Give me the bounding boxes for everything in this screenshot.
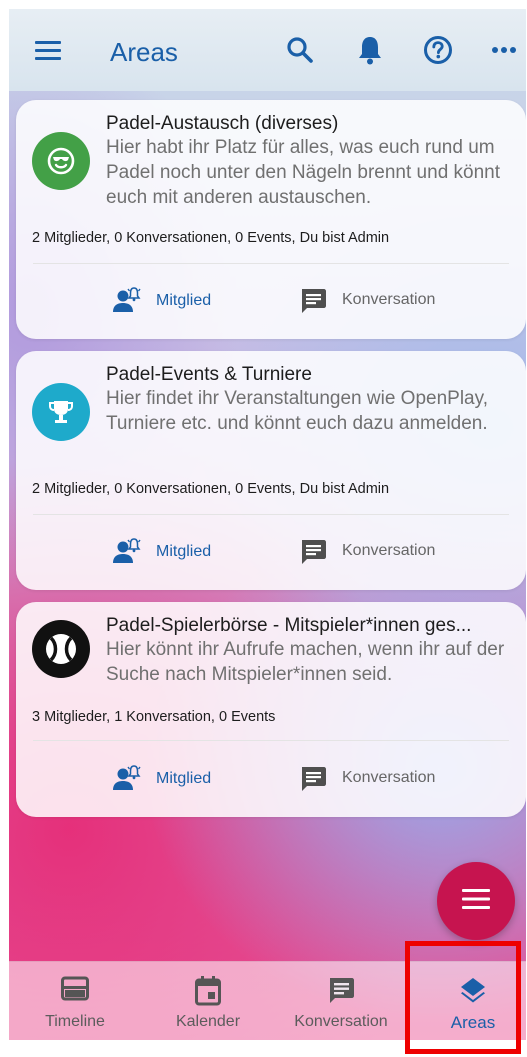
member-label: Mitglied — [156, 292, 212, 309]
tennis-ball-icon — [32, 620, 90, 678]
trophy-icon — [32, 383, 90, 441]
area-meta: 2 Mitglieder, 0 Konversationen, 0 Events… — [32, 481, 390, 497]
divider — [33, 740, 509, 741]
area-card[interactable]: Padel-Spielerbörse - Mitspieler*innen ge… — [16, 602, 526, 817]
nav-item-timeline[interactable]: Timeline — [15, 962, 135, 1040]
area-description: Hier findet ihr Veranstaltungen wie Open… — [106, 388, 488, 434]
nav-label-timeline: Timeline — [45, 1013, 105, 1030]
cool-face-icon — [32, 132, 90, 190]
divider — [33, 263, 509, 264]
chat-icon — [299, 286, 327, 314]
help-circle-icon[interactable] — [423, 35, 453, 65]
area-card[interactable]: Padel-Austausch (diverses) Hier habt ihr… — [16, 100, 526, 339]
search-icon[interactable] — [285, 35, 315, 65]
area-card[interactable]: Padel-Events & Turniere Hier findet ihr … — [16, 351, 526, 590]
divider — [33, 514, 509, 515]
area-description: Hier könnt ihr Aufrufe machen, wenn ihr … — [106, 639, 505, 685]
area-title: Padel-Events & Turniere — [106, 364, 312, 385]
chat-icon — [327, 976, 355, 1009]
nav-label-konversation: Konversation — [294, 1013, 388, 1030]
app-header: Areas — [9, 9, 526, 91]
bell-icon[interactable] — [355, 35, 385, 65]
highlight-box — [405, 941, 521, 1054]
chat-icon — [299, 764, 327, 792]
conversation-label: Konversation — [342, 291, 436, 308]
area-title: Padel-Austausch (diverses) — [106, 113, 339, 134]
nav-item-kalender[interactable]: Kalender — [148, 962, 268, 1040]
member-bell-icon — [112, 764, 144, 794]
member-button[interactable]: Mitglied — [112, 286, 211, 316]
conversation-label: Konversation — [342, 769, 436, 786]
menu-icon — [461, 888, 491, 915]
member-label: Mitglied — [156, 770, 212, 787]
member-button[interactable]: Mitglied — [112, 764, 211, 794]
area-meta: 3 Mitglieder, 1 Konversation, 0 Events — [32, 709, 276, 725]
nav-label-kalender: Kalender — [175, 1013, 241, 1030]
conversation-button[interactable]: Konversation — [299, 286, 435, 314]
nav-item-konversation[interactable]: Konversation — [281, 962, 401, 1040]
calendar-icon — [195, 976, 221, 1011]
area-description: Hier habt ihr Platz für alles, was euch … — [106, 137, 501, 208]
member-button[interactable]: Mitglied — [112, 537, 211, 567]
more-horizontal-icon[interactable] — [489, 35, 519, 65]
chat-icon — [299, 537, 327, 565]
conversation-button[interactable]: Konversation — [299, 537, 435, 565]
area-title: Padel-Spielerbörse - Mitspieler*innen ge… — [106, 615, 472, 636]
fab-menu-button[interactable] — [437, 862, 515, 940]
conversation-button[interactable]: Konversation — [299, 764, 435, 792]
hamburger-menu-icon[interactable] — [33, 35, 63, 65]
conversation-label: Konversation — [342, 542, 436, 559]
member-bell-icon — [112, 537, 144, 567]
app-screen: Areas Padel-Austausch (diverses) Hier ha… — [9, 9, 526, 1040]
page-title: Areas — [110, 37, 178, 67]
timeline-icon — [61, 976, 89, 1007]
member-label: Mitglied — [156, 543, 212, 560]
area-meta: 2 Mitglieder, 0 Konversationen, 0 Events… — [32, 230, 390, 246]
member-bell-icon — [112, 286, 144, 316]
